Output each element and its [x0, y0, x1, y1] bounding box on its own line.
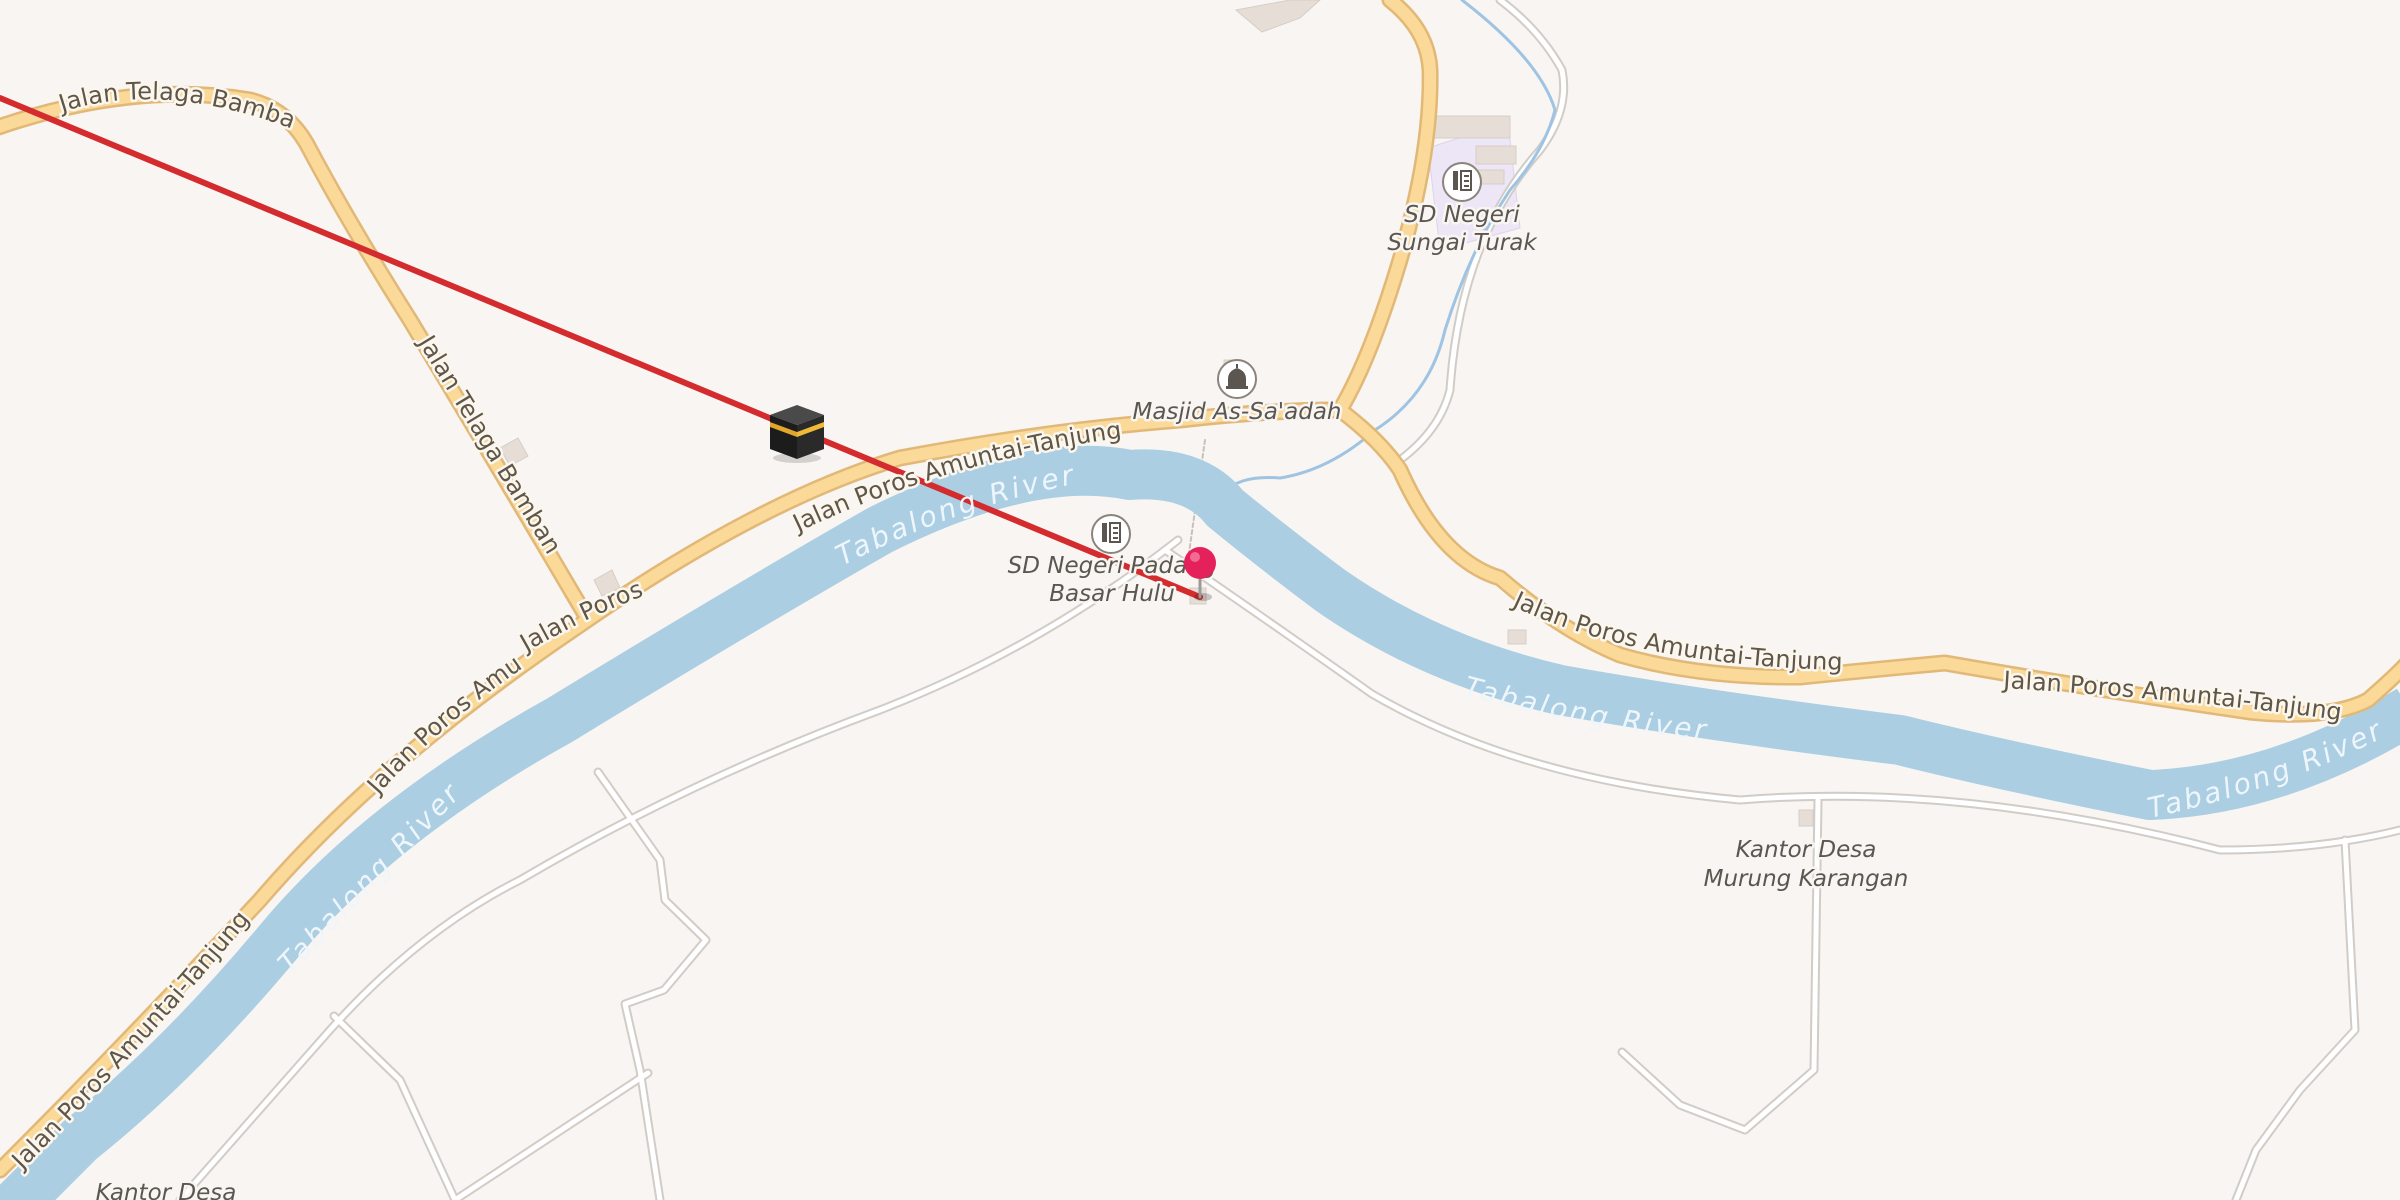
building	[1475, 145, 1517, 165]
poi-label: Murung Karangan	[1704, 866, 1909, 892]
poi-label: Kantor Desa	[1736, 837, 1877, 863]
poi-label: Kantor Desa	[96, 1180, 237, 1200]
school-icon	[1091, 514, 1131, 554]
poi-label: SD Negeri	[1404, 202, 1520, 228]
building	[1433, 115, 1511, 139]
building	[1507, 629, 1527, 645]
mosque-icon	[1217, 359, 1257, 399]
building	[1798, 809, 1814, 827]
map-canvas[interactable]: Jalan Telaga Bamban Jalan Telaga Bamban …	[0, 0, 2400, 1200]
poi-kantor-desa[interactable]: Kantor Desa	[93, 1178, 239, 1200]
poi-label: Basar Hulu	[1049, 581, 1175, 607]
poi-label: Sungai Turak	[1387, 230, 1538, 256]
school-icon	[1442, 162, 1482, 202]
poi-label: Masjid As-Sa'adah	[1132, 399, 1341, 425]
